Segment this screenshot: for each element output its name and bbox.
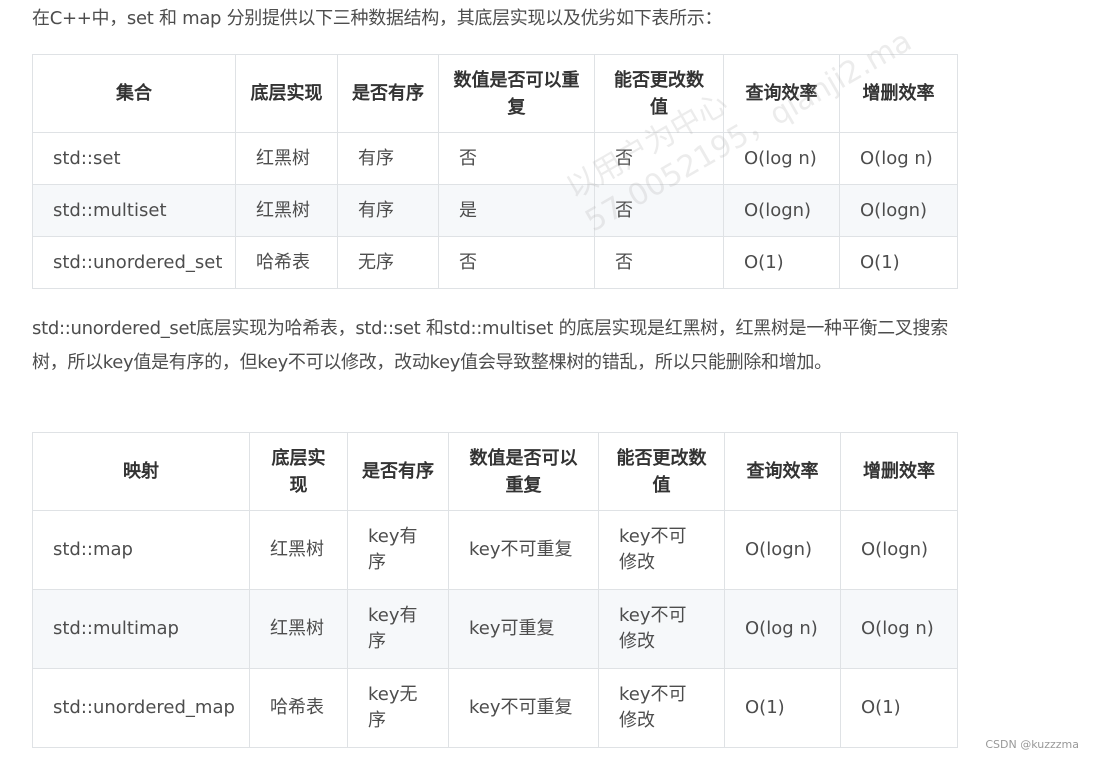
table-cell: std::set (32, 132, 236, 185)
header-cell: 查询效率 (724, 432, 841, 511)
table-cell: 无序 (337, 236, 439, 289)
table-cell: key不可重复 (448, 510, 599, 590)
header-cell: 增删效率 (840, 432, 958, 511)
table-cell: key不可修改 (598, 589, 725, 669)
table-row: std::unordered_map 哈希表 key无序 key不可重复 key… (32, 668, 958, 748)
table-cell: key有序 (347, 510, 449, 590)
table-cell: 红黑树 (235, 132, 338, 185)
table-cell: std::map (32, 510, 250, 590)
table-cell: key不可修改 (598, 668, 725, 748)
table-row: std::multimap 红黑树 key有序 key可重复 key不可修改 O… (32, 589, 958, 669)
table-cell: 是 (438, 184, 595, 237)
header-cell: 增删效率 (839, 54, 958, 133)
table-cell: O(log n) (840, 589, 958, 669)
table-cell: 否 (438, 132, 595, 185)
header-cell: 底层实现 (249, 432, 348, 511)
header-cell: 数值是否可以重复 (448, 432, 599, 511)
table-cell: key不可修改 (598, 510, 725, 590)
table-cell: O(logn) (723, 184, 840, 237)
header-cell: 是否有序 (337, 54, 439, 133)
table-cell: O(logn) (839, 184, 958, 237)
table-cell: O(1) (839, 236, 958, 289)
table-cell: std::multiset (32, 184, 236, 237)
table-row: std::unordered_set 哈希表 无序 否 否 O(1) O(1) (32, 236, 958, 289)
header-cell: 底层实现 (235, 54, 338, 133)
table-row: std::map 红黑树 key有序 key不可重复 key不可修改 O(log… (32, 510, 958, 590)
table-header-row: 映射 底层实现 是否有序 数值是否可以重复 能否更改数值 查询效率 增删效率 (32, 432, 958, 511)
table-header-row: 集合 底层实现 是否有序 数值是否可以重复 能否更改数值 查询效率 增删效率 (32, 54, 958, 133)
table-cell: key不可重复 (448, 668, 599, 748)
table-cell: 红黑树 (249, 589, 348, 669)
table-cell: O(logn) (840, 510, 958, 590)
table-cell: 哈希表 (235, 236, 338, 289)
table-cell: 否 (594, 184, 724, 237)
header-cell: 能否更改数值 (594, 54, 724, 133)
table-cell: O(log n) (723, 132, 840, 185)
csdn-credit: CSDN @kuzzzma (985, 738, 1079, 751)
table-row: std::multiset 红黑树 有序 是 否 O(logn) O(logn) (32, 184, 958, 237)
table-cell: key无序 (347, 668, 449, 748)
set-comparison-table: 集合 底层实现 是否有序 数值是否可以重复 能否更改数值 查询效率 增删效率 s… (32, 54, 958, 289)
table-cell: std::unordered_set (32, 236, 236, 289)
table-cell: key可重复 (448, 589, 599, 669)
table-cell: 红黑树 (249, 510, 348, 590)
intro-paragraph: 在C++中，set 和 map 分别提供以下三种数据结构，其底层实现以及优劣如下… (32, 8, 723, 29)
table-row: std::set 红黑树 有序 否 否 O(log n) O(log n) (32, 132, 958, 185)
header-cell: 数值是否可以重复 (438, 54, 595, 133)
header-cell: 集合 (32, 54, 236, 133)
table-cell: std::unordered_map (32, 668, 250, 748)
table-cell: O(1) (723, 236, 840, 289)
map-comparison-table: 映射 底层实现 是否有序 数值是否可以重复 能否更改数值 查询效率 增删效率 s… (32, 432, 958, 748)
table-cell: key有序 (347, 589, 449, 669)
table-cell: 否 (594, 132, 724, 185)
table-cell: O(log n) (724, 589, 841, 669)
table-cell: O(1) (840, 668, 958, 748)
table-cell: 有序 (337, 132, 439, 185)
table-cell: 否 (438, 236, 595, 289)
table-cell: std::multimap (32, 589, 250, 669)
table-cell: 红黑树 (235, 184, 338, 237)
header-cell: 查询效率 (723, 54, 840, 133)
table-cell: O(logn) (724, 510, 841, 590)
table-cell: O(log n) (839, 132, 958, 185)
table-cell: O(1) (724, 668, 841, 748)
explanation-paragraph: std::unordered_set底层实现为哈希表，std::set 和std… (32, 318, 948, 373)
header-cell: 能否更改数值 (598, 432, 725, 511)
header-cell: 映射 (32, 432, 250, 511)
table-cell: 否 (594, 236, 724, 289)
table-cell: 有序 (337, 184, 439, 237)
table-cell: 哈希表 (249, 668, 348, 748)
header-cell: 是否有序 (347, 432, 449, 511)
